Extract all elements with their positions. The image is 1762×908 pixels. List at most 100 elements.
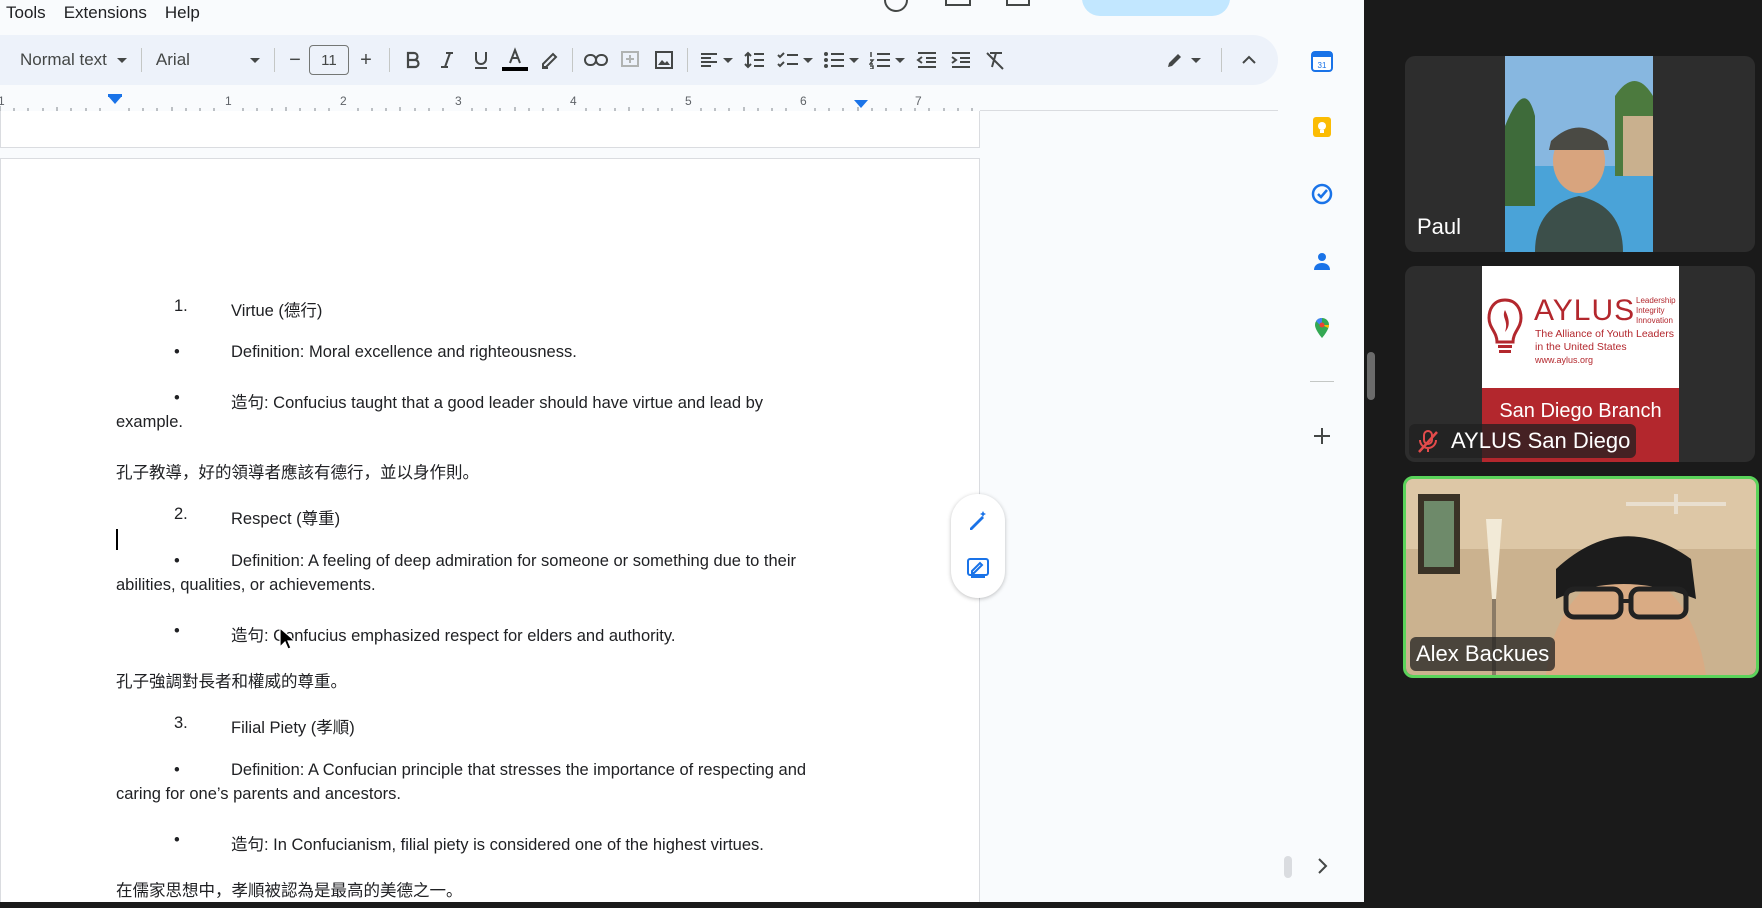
- chevron-down-icon: [802, 57, 813, 63]
- increase-indent-icon: [951, 52, 970, 68]
- clear-formatting-icon: [986, 52, 1004, 70]
- participant-name: AYLUS San Diego: [1451, 428, 1631, 453]
- contacts-icon[interactable]: [1311, 250, 1333, 272]
- increase-font-size-button[interactable]: +: [349, 44, 383, 76]
- font-family-select[interactable]: Arial: [148, 44, 268, 76]
- window-divider-handle[interactable]: [1367, 352, 1375, 400]
- checklist-button[interactable]: [772, 44, 818, 76]
- side-panel-scrollbar[interactable]: [1284, 856, 1292, 878]
- list-number: 3.: [174, 714, 188, 732]
- chevron-down-icon: [116, 57, 127, 63]
- menu-help[interactable]: Help: [165, 3, 200, 23]
- ruler-number: 1: [225, 94, 232, 108]
- divider: [140, 48, 142, 72]
- underline-icon: [474, 52, 487, 69]
- highlighter-icon: [541, 52, 558, 69]
- ruler-number: 4: [570, 94, 577, 108]
- insert-image-button[interactable]: [647, 44, 681, 76]
- numbered-list-button[interactable]: [864, 44, 910, 76]
- italic-button[interactable]: [430, 44, 464, 76]
- share-button[interactable]: [1082, 0, 1230, 16]
- numbered-list-icon: [868, 52, 890, 69]
- tasks-icon[interactable]: [1311, 183, 1333, 205]
- highlight-color-button[interactable]: [532, 44, 566, 76]
- bullet: •: [174, 343, 180, 361]
- decrease-indent-button[interactable]: [910, 44, 944, 76]
- keep-icon[interactable]: [1311, 116, 1333, 138]
- ruler-number: 7: [915, 94, 922, 108]
- aylus-subtitle-1: The Alliance of Youth Leaders: [1535, 328, 1674, 340]
- maps-icon[interactable]: [1311, 317, 1333, 339]
- ruler-number: 2: [340, 94, 347, 108]
- collapse-menus-button[interactable]: [1232, 44, 1266, 76]
- list-item-title: Virtue (德行): [231, 302, 323, 320]
- list-number: 2.: [174, 505, 188, 523]
- paragraph-style-select[interactable]: Normal text: [12, 44, 135, 76]
- help-me-write-icon[interactable]: [966, 508, 990, 532]
- image-icon: [654, 51, 673, 69]
- paragraph-style-value: Normal text: [20, 50, 107, 69]
- italic-icon: [440, 52, 453, 68]
- chevron-right-icon[interactable]: [1311, 855, 1333, 877]
- floating-actions-panel: [951, 494, 1005, 598]
- aylus-tagline-2: Integrity: [1636, 306, 1665, 315]
- aylus-tagline-3: Innovation: [1636, 316, 1673, 325]
- decrease-indent-icon: [916, 52, 936, 68]
- aylus-tagline-1: Leadership: [1636, 296, 1676, 305]
- mouse-pointer-icon: [279, 627, 295, 650]
- font-size-input[interactable]: 11: [308, 45, 349, 75]
- example-sentence: 造句: Confucius taught that a good leader …: [231, 394, 764, 412]
- example-sentence: 造句: Confucius emphasized respect for eld…: [231, 627, 676, 645]
- align-button[interactable]: [694, 44, 738, 76]
- calendar-icon[interactable]: 31: [1311, 50, 1333, 72]
- divider: [571, 48, 573, 72]
- definition-text: Definition: A feeling of deep admiration…: [231, 552, 797, 570]
- ruler-number: 6: [800, 94, 807, 108]
- aylus-url: www.aylus.org: [1535, 355, 1594, 365]
- right-indent-marker-icon: [854, 100, 868, 108]
- aylus-brand: AYLUS: [1534, 294, 1636, 327]
- chevron-up-icon: [1242, 55, 1256, 64]
- decrease-font-size-button[interactable]: −: [281, 44, 309, 76]
- muted-mic-icon: [1418, 430, 1438, 453]
- participant-name: Paul: [1417, 214, 1462, 239]
- video-tile-paul[interactable]: Paul: [1405, 56, 1755, 252]
- example-sentence: 造句: In Confucianism, filial piety is con…: [231, 836, 764, 854]
- previous-page-bottom: [0, 111, 980, 148]
- editing-mode-button[interactable]: [1155, 44, 1211, 76]
- add-icon[interactable]: [1311, 425, 1333, 447]
- underline-button[interactable]: [464, 44, 498, 76]
- line-spacing-button[interactable]: [738, 44, 772, 76]
- svg-text:31: 31: [1318, 61, 1327, 70]
- menu-tools[interactable]: Tools: [6, 3, 46, 23]
- clear-formatting-button[interactable]: [978, 44, 1012, 76]
- video-tile-alex[interactable]: Alex Backues: [1403, 476, 1759, 678]
- chevron-down-icon: [894, 57, 905, 63]
- add-comment-button[interactable]: [613, 44, 647, 76]
- participant-name-pill: Alex Backues: [1410, 637, 1556, 671]
- bold-button[interactable]: [396, 44, 430, 76]
- list-number: 1.: [174, 297, 188, 315]
- definition-text: Definition: Moral excellence and righteo…: [231, 343, 577, 361]
- comment-icon[interactable]: [945, 0, 971, 6]
- insert-link-button[interactable]: [579, 44, 613, 76]
- bullet: •: [174, 761, 180, 779]
- increase-indent-button[interactable]: [944, 44, 978, 76]
- suggest-edits-icon[interactable]: [966, 556, 990, 580]
- meet-icon[interactable]: [1006, 0, 1030, 6]
- align-left-icon: [700, 53, 717, 67]
- definition-text: Definition: A Confucian principle that s…: [231, 761, 807, 779]
- list-item-title: Respect (尊重): [231, 510, 341, 528]
- chinese-translation: 在儒家思想中，孝順被認為是最高的美德之一。: [116, 882, 463, 900]
- chinese-translation: 孔子強調對長者和權威的尊重。: [116, 673, 347, 691]
- divider: [1221, 48, 1222, 72]
- list-item-title: Filial Piety (孝順): [231, 719, 355, 737]
- video-tile-aylus[interactable]: AYLUS Leadership Integrity Innovation Th…: [1405, 266, 1755, 462]
- menu-extensions[interactable]: Extensions: [64, 3, 147, 23]
- text-color-button[interactable]: [498, 44, 532, 76]
- bulleted-list-button[interactable]: [818, 44, 864, 76]
- aylus-branch-label: San Diego Branch: [1499, 400, 1662, 422]
- bullet: •: [174, 389, 180, 407]
- side-panel: 31: [1280, 0, 1364, 902]
- aylus-subtitle-2: in the United States: [1535, 341, 1627, 353]
